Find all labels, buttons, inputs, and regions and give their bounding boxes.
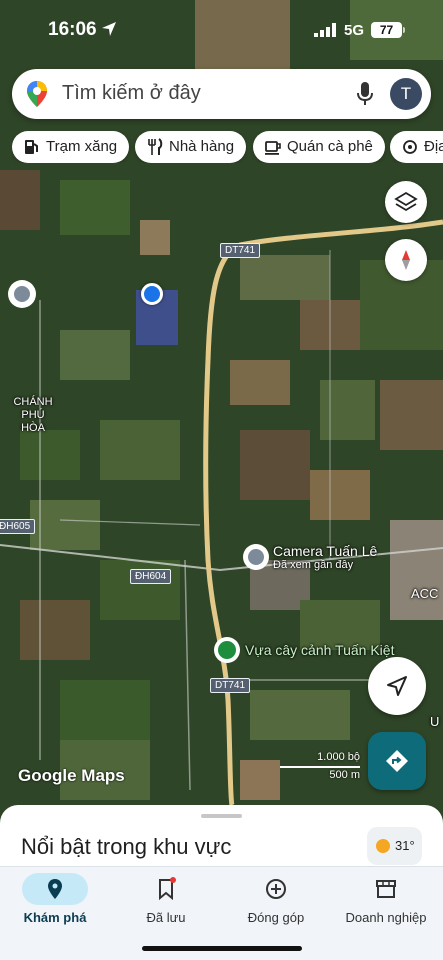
map-scale: 1.000 bộ 500 m <box>280 749 360 785</box>
nav-label: Khám phá <box>23 910 87 925</box>
chip-label: Nhà hàng <box>169 138 235 155</box>
chip-restaurant[interactable]: Nhà hàng <box>135 131 247 163</box>
place-label-edge: U <box>430 714 440 729</box>
chip-label: Trạm xăng <box>46 138 118 155</box>
layers-button[interactable] <box>385 181 427 223</box>
recent-place-icon <box>248 549 264 565</box>
directions-button[interactable] <box>368 732 426 790</box>
store-icon <box>376 880 396 898</box>
poi-dot-icon <box>14 286 30 302</box>
scale-metric: 500 m <box>329 769 360 781</box>
temperature: 31° <box>395 838 415 853</box>
road-label: DT741 <box>210 678 251 693</box>
signal-icon <box>314 23 336 37</box>
nav-label: Doanh nghiệp <box>345 910 427 925</box>
status-bar: 16:06 5G 77 <box>0 0 443 60</box>
poi-subtitle: Đã xem gần đây <box>273 559 354 571</box>
place-label-edge: ACC <box>411 586 439 601</box>
sheet-handle[interactable] <box>201 814 242 818</box>
search-input[interactable]: Tìm kiếm ở đây <box>62 82 201 105</box>
attraction-icon <box>403 140 417 154</box>
nav-business[interactable]: Doanh nghiệp <box>331 867 441 937</box>
battery-indicator: 77 <box>371 22 402 38</box>
home-indicator[interactable] <box>142 946 302 951</box>
status-time: 16:06 <box>48 19 97 40</box>
navigation-arrow-icon <box>387 676 407 696</box>
search-bar[interactable]: Tìm kiếm ở đây T <box>12 69 431 119</box>
recent-place-pin[interactable] <box>243 544 269 570</box>
scale-bar <box>280 766 360 768</box>
road-label: DT741 <box>220 243 261 258</box>
nav-contribute[interactable]: Đóng góp <box>221 867 331 937</box>
flower-shop-icon <box>218 641 236 659</box>
road-label: ĐH605 <box>0 519 36 534</box>
sun-icon <box>376 839 390 853</box>
battery-tip <box>403 27 405 33</box>
gas-station-icon <box>25 140 38 154</box>
road-label: ĐH604 <box>130 569 172 584</box>
user-location-dot <box>141 283 163 305</box>
restaurant-icon <box>148 138 163 155</box>
chip-gas-station[interactable]: Trạm xăng <box>12 131 130 163</box>
account-avatar[interactable]: T <box>390 78 422 110</box>
my-location-button[interactable] <box>368 657 426 715</box>
chip-label: Địa <box>424 138 443 155</box>
poi-name: Camera Tuấn Lê <box>273 543 378 559</box>
google-maps-brand: Google Maps <box>18 766 125 785</box>
explore-sheet[interactable]: Nổi bật trong khu vực 31° <box>0 805 443 875</box>
nav-label: Đóng góp <box>247 910 305 925</box>
compass-icon <box>402 250 410 270</box>
bookmark-icon <box>159 877 176 901</box>
category-chips: Trạm xăng Nhà hàng Quán cà phê Địa <box>12 131 443 163</box>
chip-coffee[interactable]: Quán cà phê <box>253 131 385 163</box>
poi-vua-cay-canh[interactable]: Vựa cây cảnh Tuấn Kiệt <box>245 642 394 658</box>
place-label: CHÁNH PHÚ HÒA <box>13 396 53 434</box>
nav-saved[interactable]: Đã lưu <box>111 867 221 937</box>
poi-camera-tuan-le[interactable]: Camera Tuấn Lê Đã xem gần đây <box>273 543 377 571</box>
network-type: 5G <box>344 22 365 39</box>
sheet-title: Nổi bật trong khu vực <box>21 834 232 859</box>
poi-pin[interactable] <box>8 280 36 308</box>
microphone-icon[interactable] <box>357 82 373 106</box>
location-arrow-icon <box>102 22 116 36</box>
scale-imperial: 1.000 bộ <box>317 751 360 763</box>
add-circle-icon <box>266 879 286 899</box>
explore-pin-icon <box>48 879 62 899</box>
nav-explore[interactable]: Khám phá <box>0 867 110 937</box>
google-maps-pin-icon <box>27 81 47 107</box>
weather-badge[interactable]: 31° <box>367 827 422 865</box>
chip-attraction[interactable]: Địa <box>390 131 443 163</box>
directions-icon <box>386 750 408 772</box>
layers-icon <box>394 191 418 212</box>
flower-shop-pin[interactable] <box>214 637 240 663</box>
chip-label: Quán cà phê <box>287 138 373 155</box>
coffee-icon <box>265 141 281 155</box>
compass-button[interactable] <box>385 239 427 281</box>
nav-label: Đã lưu <box>146 910 186 925</box>
